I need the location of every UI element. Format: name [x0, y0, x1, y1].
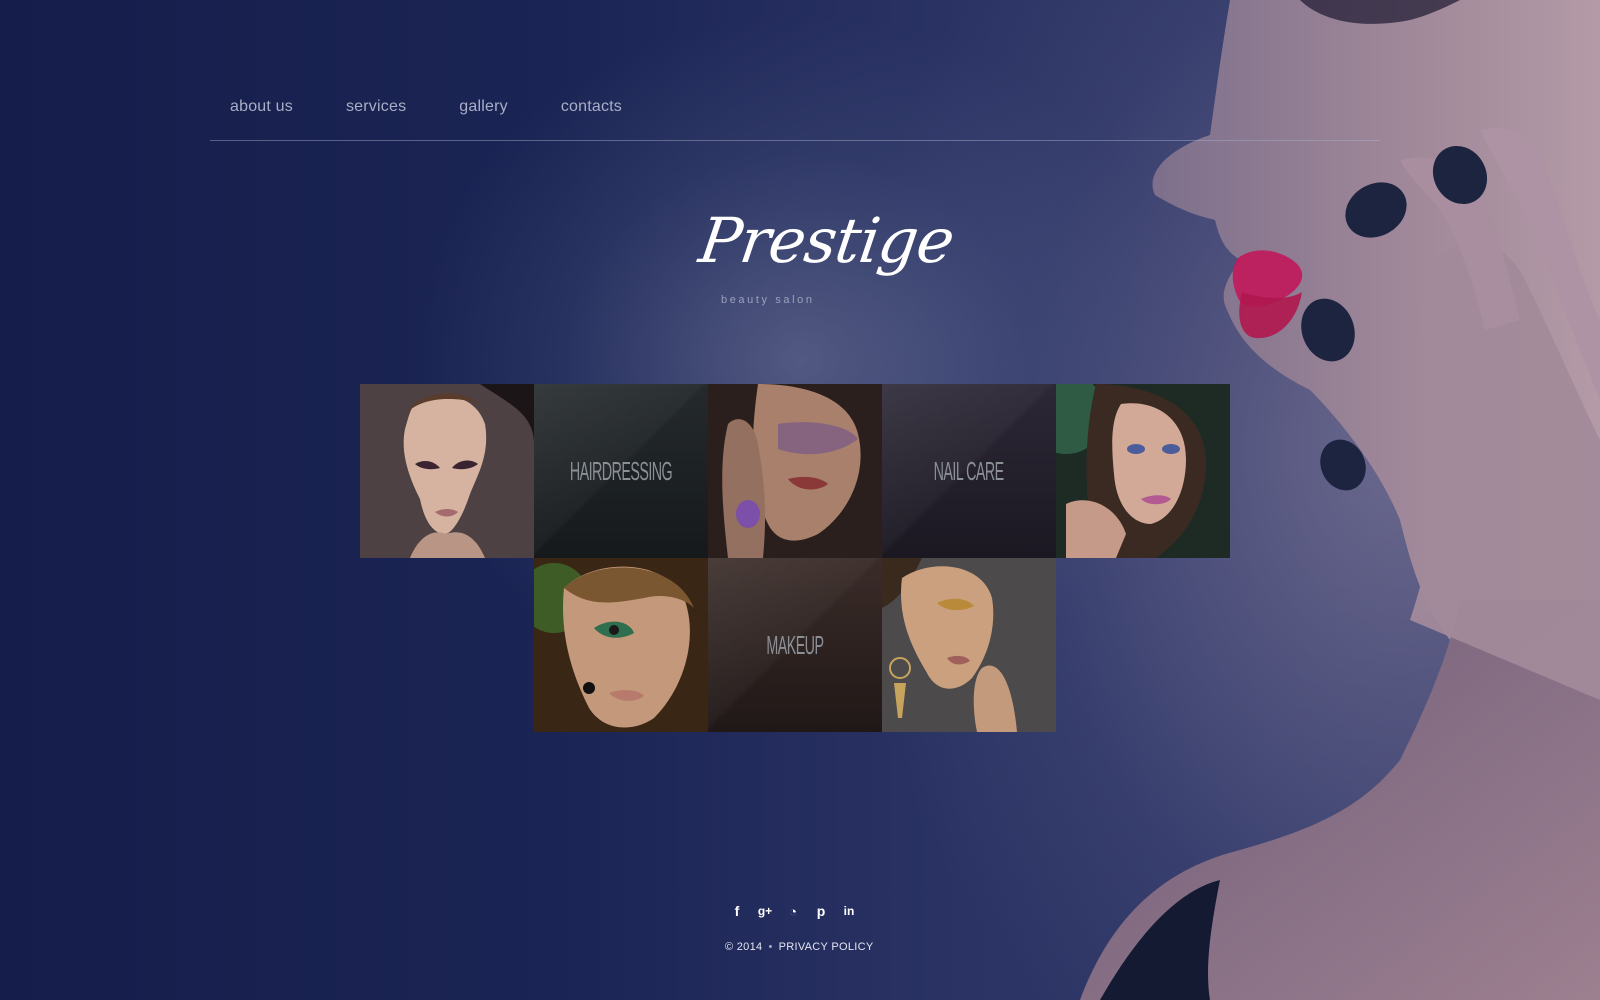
gallery-photo-blue-eyes[interactable] [1056, 384, 1230, 558]
service-tile-makeup[interactable]: MAKEUP [708, 558, 882, 732]
privacy-policy-link[interactable]: PRIVACY POLICY [779, 941, 874, 953]
gallery-photo-glitter-makeup[interactable] [708, 384, 882, 558]
service-label-hairdressing: HAIRDRESSING [569, 455, 673, 486]
gallery-photo-peacock-makeup[interactable] [534, 558, 708, 732]
facebook-icon[interactable]: f [728, 902, 746, 920]
gallery-photo-gold-makeup[interactable] [882, 558, 1056, 732]
footer-separator: • [768, 941, 773, 953]
nav-item-about-us[interactable]: about us [210, 94, 313, 120]
copyright-text: © 2014 [725, 941, 763, 953]
nav-item-gallery[interactable]: gallery [439, 94, 528, 120]
main-nav: about us services gallery contacts [210, 94, 655, 120]
nav-item-services[interactable]: services [326, 94, 426, 120]
logo-tagline: beauty salon [721, 294, 815, 306]
social-links: f g+ ◔ p in [728, 902, 858, 920]
nav-divider [210, 140, 1380, 141]
service-tile-hairdressing[interactable]: HAIRDRESSING [534, 384, 708, 558]
gallery-grid: HAIRDRESSING NAIL CARE MAKEUP [360, 384, 1230, 732]
pinterest-icon[interactable]: p [812, 902, 830, 920]
service-tile-nail-care[interactable]: NAIL CARE [882, 384, 1056, 558]
footer: © 2014 • PRIVACY POLICY [725, 941, 873, 953]
service-label-makeup: MAKEUP [766, 629, 824, 660]
service-label-nail-care: NAIL CARE [933, 455, 1005, 486]
rss-icon[interactable]: ◔ [784, 902, 802, 920]
logo-wordmark: Prestige [694, 204, 959, 277]
site-logo[interactable]: Prestige beauty salon [695, 196, 958, 326]
nav-item-contacts[interactable]: contacts [541, 94, 642, 120]
linkedin-icon[interactable]: in [840, 902, 858, 920]
gallery-photo-butterfly-makeup[interactable] [360, 384, 534, 558]
google-plus-icon[interactable]: g+ [756, 902, 774, 920]
